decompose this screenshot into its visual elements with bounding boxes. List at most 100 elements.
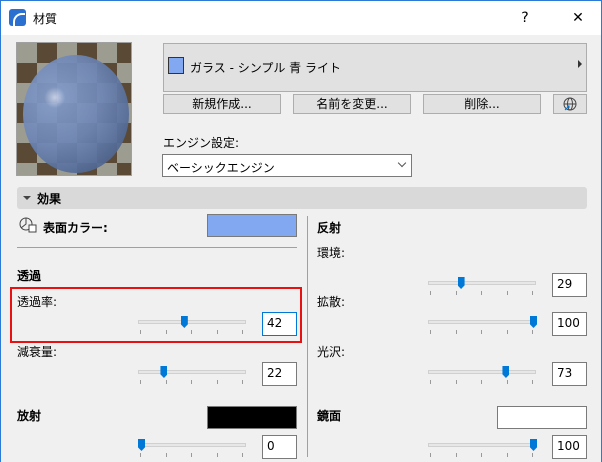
- shine-slider[interactable]: [428, 366, 538, 386]
- slider-thumb[interactable]: [457, 277, 465, 289]
- material-swatch: [168, 57, 184, 74]
- window-title: 材質: [33, 12, 58, 26]
- surface-paint-icon: [19, 217, 37, 233]
- new-button[interactable]: 新規作成...: [163, 94, 281, 114]
- slider-tick: [165, 330, 167, 334]
- slider-tick: [506, 380, 508, 384]
- column-divider: [307, 216, 308, 457]
- slider-tick: [455, 291, 457, 295]
- slider-tick: [216, 380, 218, 384]
- ambient-label: 環境:: [317, 246, 346, 260]
- falloff-input[interactable]: 22: [262, 362, 297, 386]
- slider-thumb[interactable]: [502, 366, 510, 378]
- slider-thumb[interactable]: [530, 316, 537, 328]
- slider-tick: [140, 380, 141, 384]
- globe-link-button[interactable]: [553, 94, 587, 114]
- slider-tick: [430, 291, 431, 295]
- help-button[interactable]: ?: [513, 7, 537, 29]
- slider-tick: [481, 330, 482, 334]
- slider-tick: [506, 291, 508, 295]
- slider-tick: [242, 330, 243, 334]
- slider-track[interactable]: [138, 370, 246, 374]
- slider-tick: [532, 380, 533, 384]
- slider-tick: [191, 380, 192, 384]
- reflection-heading: 反射: [317, 221, 342, 235]
- globe-link-icon: [563, 97, 577, 111]
- surface-color-label: 表面カラー:: [43, 221, 108, 235]
- falloff-label: 減衰量:: [17, 345, 58, 359]
- slider-track[interactable]: [428, 320, 536, 324]
- slider-tick: [216, 330, 218, 334]
- shine-label: 光沢:: [317, 345, 346, 359]
- slider-tick: [481, 291, 482, 295]
- specular-slider[interactable]: [428, 439, 538, 459]
- engine-value: ベーシックエンジン: [167, 161, 275, 175]
- slider-tick: [532, 453, 533, 457]
- material-preview: [16, 42, 132, 176]
- slider-track[interactable]: [138, 443, 246, 447]
- emission-slider[interactable]: [138, 439, 248, 459]
- transparency-rate-label: 透過率:: [17, 295, 58, 309]
- slider-track[interactable]: [428, 370, 536, 374]
- slider-tick: [455, 453, 457, 457]
- material-picker[interactable]: ガラス - シンプル 青 ライト: [163, 43, 587, 92]
- effects-section-header[interactable]: 効果: [17, 187, 587, 209]
- engine-label: エンジン設定:: [163, 136, 240, 150]
- engine-select[interactable]: ベーシックエンジン: [162, 154, 412, 177]
- slider-thumb[interactable]: [180, 316, 188, 328]
- slider-thumb[interactable]: [138, 439, 145, 451]
- slider-tick: [430, 453, 431, 457]
- chevron-right-icon: [578, 60, 582, 68]
- chevron-down-icon: [397, 158, 407, 168]
- emission-heading: 放射: [17, 409, 42, 423]
- slider-thumb[interactable]: [160, 366, 168, 378]
- ambient-input[interactable]: 29: [552, 273, 587, 297]
- slider-tick: [532, 330, 533, 334]
- rename-button[interactable]: 名前を変更...: [293, 94, 411, 114]
- slider-tick: [140, 330, 141, 334]
- collapse-triangle-icon: [23, 196, 31, 200]
- delete-button[interactable]: 削除...: [423, 94, 541, 114]
- specular-heading: 鏡面: [317, 409, 342, 423]
- slider-ticks: [138, 380, 246, 384]
- slider-track[interactable]: [428, 281, 536, 285]
- falloff-slider[interactable]: [138, 366, 248, 386]
- slider-track[interactable]: [138, 320, 246, 324]
- slider-tick: [165, 380, 167, 384]
- emission-color-swatch[interactable]: [207, 406, 297, 429]
- slider-tick: [191, 330, 192, 334]
- slider-ticks: [428, 291, 536, 295]
- title-bar: 材質 ? ✕: [1, 1, 601, 35]
- ambient-slider[interactable]: [428, 277, 538, 297]
- diffuse-input[interactable]: 100: [552, 312, 587, 336]
- specular-color-swatch[interactable]: [497, 406, 587, 429]
- slider-tick: [481, 453, 482, 457]
- material-dialog: 材質 ? ✕ ガラス - シンプル 青 ライト 新規作成... 名前を変更...…: [0, 0, 602, 462]
- slider-tick: [532, 291, 533, 295]
- slider-tick: [481, 380, 482, 384]
- slider-tick: [216, 453, 218, 457]
- slider-tick: [430, 380, 431, 384]
- close-button[interactable]: ✕: [566, 7, 590, 29]
- slider-thumb[interactable]: [530, 439, 537, 451]
- transparency-rate-input[interactable]: 42: [262, 312, 297, 336]
- shine-input[interactable]: 73: [552, 362, 587, 386]
- slider-ticks: [138, 453, 246, 457]
- slider-ticks: [428, 380, 536, 384]
- slider-tick: [455, 330, 457, 334]
- diffuse-label: 拡散:: [317, 295, 346, 309]
- slider-tick: [191, 453, 192, 457]
- transparency-rate-slider[interactable]: [138, 316, 248, 336]
- material-name: ガラス - シンプル 青 ライト: [190, 61, 341, 75]
- slider-track[interactable]: [428, 443, 536, 447]
- preview-sphere: [23, 55, 129, 173]
- specular-input[interactable]: 100: [552, 435, 587, 459]
- transparency-heading: 透過: [17, 269, 42, 283]
- slider-ticks: [138, 330, 246, 334]
- section-title: 効果: [37, 192, 62, 206]
- emission-input[interactable]: 0: [262, 435, 297, 459]
- slider-tick: [506, 453, 508, 457]
- slider-tick: [430, 330, 431, 334]
- diffuse-slider[interactable]: [428, 316, 538, 336]
- surface-color-swatch[interactable]: [207, 214, 297, 237]
